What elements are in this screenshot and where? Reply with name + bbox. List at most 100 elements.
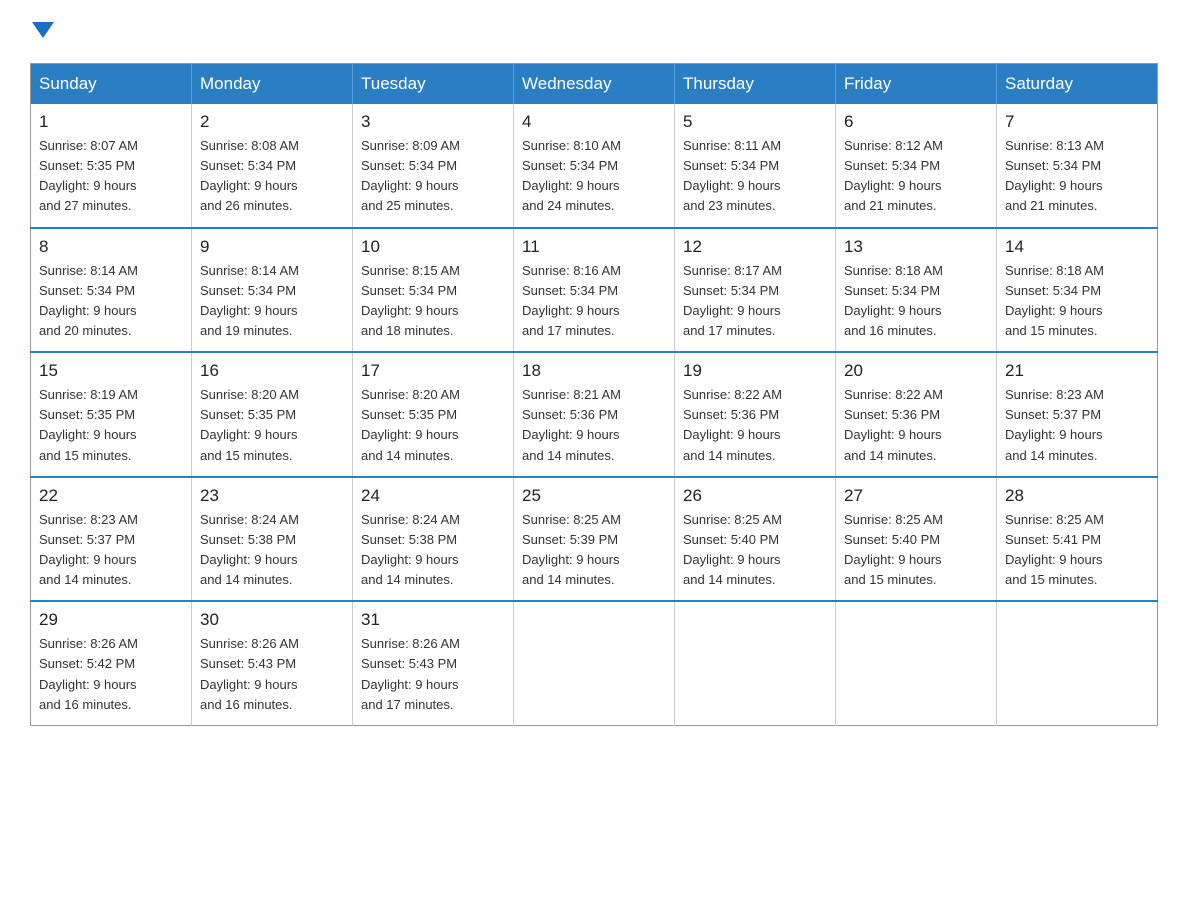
day-info: Sunrise: 8:09 AMSunset: 5:34 PMDaylight:… — [361, 136, 505, 217]
day-number: 11 — [522, 237, 666, 257]
calendar-day-cell: 21 Sunrise: 8:23 AMSunset: 5:37 PMDayligh… — [997, 352, 1158, 477]
day-info: Sunrise: 8:26 AMSunset: 5:42 PMDaylight:… — [39, 634, 183, 715]
day-number: 3 — [361, 112, 505, 132]
day-number: 24 — [361, 486, 505, 506]
calendar-day-cell: 13 Sunrise: 8:18 AMSunset: 5:34 PMDayligh… — [836, 228, 997, 353]
day-number: 27 — [844, 486, 988, 506]
day-number: 16 — [200, 361, 344, 381]
day-number: 31 — [361, 610, 505, 630]
day-of-week-header: Friday — [836, 64, 997, 105]
calendar-day-cell: 30 Sunrise: 8:26 AMSunset: 5:43 PMDayligh… — [192, 601, 353, 725]
day-info: Sunrise: 8:14 AMSunset: 5:34 PMDaylight:… — [39, 261, 183, 342]
day-info: Sunrise: 8:26 AMSunset: 5:43 PMDaylight:… — [361, 634, 505, 715]
day-info: Sunrise: 8:13 AMSunset: 5:34 PMDaylight:… — [1005, 136, 1149, 217]
calendar-day-cell: 7 Sunrise: 8:13 AMSunset: 5:34 PMDaylight… — [997, 104, 1158, 228]
day-number: 14 — [1005, 237, 1149, 257]
day-of-week-header: Wednesday — [514, 64, 675, 105]
day-of-week-header: Monday — [192, 64, 353, 105]
day-info: Sunrise: 8:12 AMSunset: 5:34 PMDaylight:… — [844, 136, 988, 217]
day-info: Sunrise: 8:25 AMSunset: 5:40 PMDaylight:… — [844, 510, 988, 591]
calendar-week-row: 1Sunrise: 8:07 AMSunset: 5:35 PMDaylight… — [31, 104, 1158, 228]
day-number: 4 — [522, 112, 666, 132]
day-number: 21 — [1005, 361, 1149, 381]
calendar-day-cell: 4 Sunrise: 8:10 AMSunset: 5:34 PMDaylight… — [514, 104, 675, 228]
logo-triangle-icon — [32, 18, 54, 40]
day-info: Sunrise: 8:11 AMSunset: 5:34 PMDaylight:… — [683, 136, 827, 217]
calendar-week-row: 29 Sunrise: 8:26 AMSunset: 5:42 PMDayligh… — [31, 601, 1158, 725]
calendar-table: SundayMondayTuesdayWednesdayThursdayFrid… — [30, 63, 1158, 726]
day-info: Sunrise: 8:10 AMSunset: 5:34 PMDaylight:… — [522, 136, 666, 217]
calendar-day-cell: 27 Sunrise: 8:25 AMSunset: 5:40 PMDayligh… — [836, 477, 997, 602]
calendar-day-cell: 31 Sunrise: 8:26 AMSunset: 5:43 PMDayligh… — [353, 601, 514, 725]
calendar-day-cell: 25Sunrise: 8:25 AMSunset: 5:39 PMDayligh… — [514, 477, 675, 602]
calendar-header-row: SundayMondayTuesdayWednesdayThursdayFrid… — [31, 64, 1158, 105]
calendar-day-cell: 12Sunrise: 8:17 AMSunset: 5:34 PMDayligh… — [675, 228, 836, 353]
day-info: Sunrise: 8:20 AMSunset: 5:35 PMDaylight:… — [200, 385, 344, 466]
day-of-week-header: Saturday — [997, 64, 1158, 105]
calendar-day-cell: 28 Sunrise: 8:25 AMSunset: 5:41 PMDayligh… — [997, 477, 1158, 602]
day-number: 1 — [39, 112, 183, 132]
day-info: Sunrise: 8:08 AMSunset: 5:34 PMDaylight:… — [200, 136, 344, 217]
calendar-day-cell — [836, 601, 997, 725]
calendar-week-row: 8 Sunrise: 8:14 AMSunset: 5:34 PMDaylight… — [31, 228, 1158, 353]
day-info: Sunrise: 8:26 AMSunset: 5:43 PMDaylight:… — [200, 634, 344, 715]
calendar-day-cell — [514, 601, 675, 725]
calendar-week-row: 15 Sunrise: 8:19 AMSunset: 5:35 PMDayligh… — [31, 352, 1158, 477]
calendar-day-cell: 2 Sunrise: 8:08 AMSunset: 5:34 PMDaylight… — [192, 104, 353, 228]
day-number: 8 — [39, 237, 183, 257]
day-number: 15 — [39, 361, 183, 381]
page-header — [30, 20, 1158, 43]
calendar-day-cell: 8 Sunrise: 8:14 AMSunset: 5:34 PMDaylight… — [31, 228, 192, 353]
calendar-day-cell: 1Sunrise: 8:07 AMSunset: 5:35 PMDaylight… — [31, 104, 192, 228]
day-info: Sunrise: 8:22 AMSunset: 5:36 PMDaylight:… — [683, 385, 827, 466]
day-info: Sunrise: 8:21 AMSunset: 5:36 PMDaylight:… — [522, 385, 666, 466]
day-number: 2 — [200, 112, 344, 132]
day-info: Sunrise: 8:16 AMSunset: 5:34 PMDaylight:… — [522, 261, 666, 342]
day-info: Sunrise: 8:25 AMSunset: 5:40 PMDaylight:… — [683, 510, 827, 591]
day-info: Sunrise: 8:24 AMSunset: 5:38 PMDaylight:… — [200, 510, 344, 591]
calendar-day-cell: 3 Sunrise: 8:09 AMSunset: 5:34 PMDaylight… — [353, 104, 514, 228]
calendar-day-cell: 11 Sunrise: 8:16 AMSunset: 5:34 PMDayligh… — [514, 228, 675, 353]
calendar-day-cell — [997, 601, 1158, 725]
logo — [30, 20, 54, 43]
day-number: 7 — [1005, 112, 1149, 132]
day-number: 20 — [844, 361, 988, 381]
day-number: 10 — [361, 237, 505, 257]
day-number: 13 — [844, 237, 988, 257]
calendar-day-cell: 15 Sunrise: 8:19 AMSunset: 5:35 PMDayligh… — [31, 352, 192, 477]
calendar-day-cell: 29 Sunrise: 8:26 AMSunset: 5:42 PMDayligh… — [31, 601, 192, 725]
day-info: Sunrise: 8:18 AMSunset: 5:34 PMDaylight:… — [844, 261, 988, 342]
day-number: 29 — [39, 610, 183, 630]
day-info: Sunrise: 8:18 AMSunset: 5:34 PMDaylight:… — [1005, 261, 1149, 342]
day-info: Sunrise: 8:19 AMSunset: 5:35 PMDaylight:… — [39, 385, 183, 466]
calendar-day-cell — [675, 601, 836, 725]
day-of-week-header: Tuesday — [353, 64, 514, 105]
calendar-week-row: 22 Sunrise: 8:23 AMSunset: 5:37 PMDayligh… — [31, 477, 1158, 602]
day-number: 9 — [200, 237, 344, 257]
day-info: Sunrise: 8:23 AMSunset: 5:37 PMDaylight:… — [1005, 385, 1149, 466]
calendar-day-cell: 22 Sunrise: 8:23 AMSunset: 5:37 PMDayligh… — [31, 477, 192, 602]
day-number: 28 — [1005, 486, 1149, 506]
day-of-week-header: Sunday — [31, 64, 192, 105]
calendar-day-cell: 16 Sunrise: 8:20 AMSunset: 5:35 PMDayligh… — [192, 352, 353, 477]
day-info: Sunrise: 8:17 AMSunset: 5:34 PMDaylight:… — [683, 261, 827, 342]
calendar-day-cell: 26 Sunrise: 8:25 AMSunset: 5:40 PMDayligh… — [675, 477, 836, 602]
day-number: 22 — [39, 486, 183, 506]
day-info: Sunrise: 8:15 AMSunset: 5:34 PMDaylight:… — [361, 261, 505, 342]
day-number: 18 — [522, 361, 666, 381]
calendar-day-cell: 17Sunrise: 8:20 AMSunset: 5:35 PMDayligh… — [353, 352, 514, 477]
day-number: 23 — [200, 486, 344, 506]
day-info: Sunrise: 8:25 AMSunset: 5:39 PMDaylight:… — [522, 510, 666, 591]
day-number: 5 — [683, 112, 827, 132]
day-info: Sunrise: 8:25 AMSunset: 5:41 PMDaylight:… — [1005, 510, 1149, 591]
calendar-day-cell: 14 Sunrise: 8:18 AMSunset: 5:34 PMDayligh… — [997, 228, 1158, 353]
day-number: 17 — [361, 361, 505, 381]
day-number: 26 — [683, 486, 827, 506]
day-number: 19 — [683, 361, 827, 381]
day-number: 30 — [200, 610, 344, 630]
day-info: Sunrise: 8:23 AMSunset: 5:37 PMDaylight:… — [39, 510, 183, 591]
calendar-day-cell: 24Sunrise: 8:24 AMSunset: 5:38 PMDayligh… — [353, 477, 514, 602]
calendar-day-cell: 5 Sunrise: 8:11 AMSunset: 5:34 PMDaylight… — [675, 104, 836, 228]
calendar-day-cell: 6Sunrise: 8:12 AMSunset: 5:34 PMDaylight… — [836, 104, 997, 228]
calendar-day-cell: 10 Sunrise: 8:15 AMSunset: 5:34 PMDayligh… — [353, 228, 514, 353]
